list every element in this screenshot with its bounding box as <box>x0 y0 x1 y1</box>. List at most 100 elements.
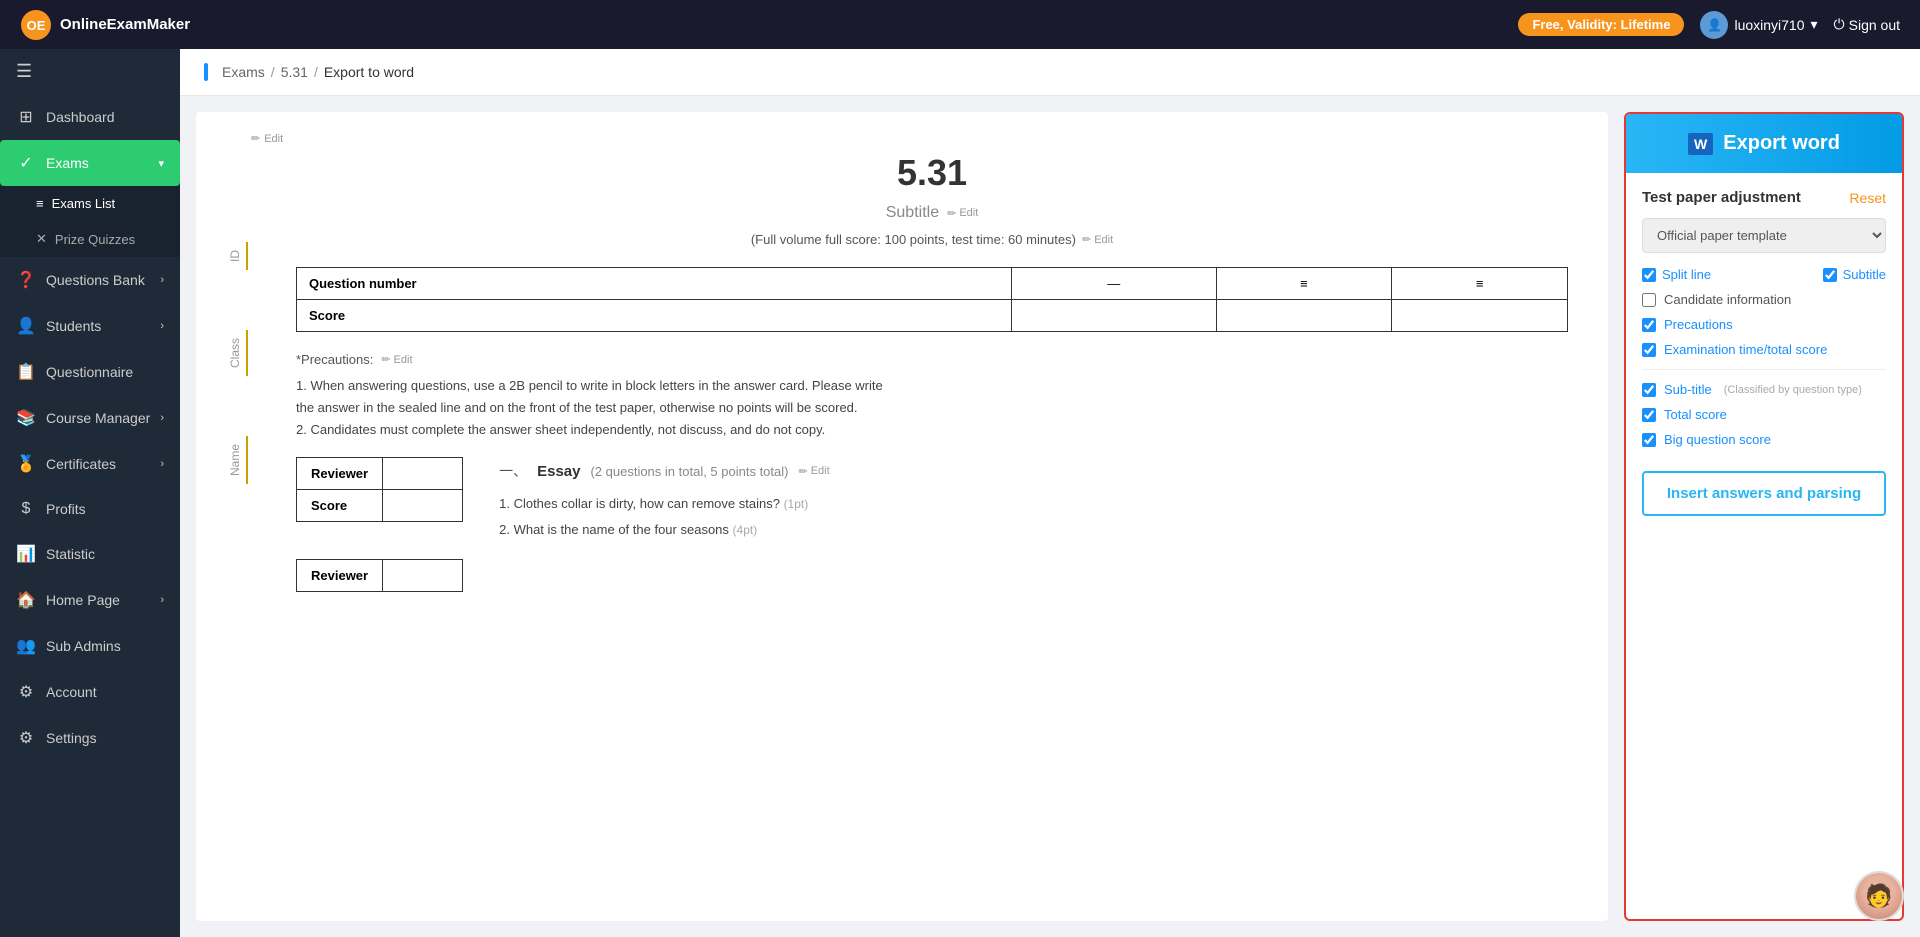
user-chevron-icon: ▾ <box>1811 16 1818 33</box>
signout-label: Sign out <box>1849 17 1900 33</box>
sidebar-toggle[interactable]: ☰ <box>0 49 180 94</box>
breadcrumb-exams[interactable]: Exams <box>222 64 265 80</box>
sidebar-label-exams: Exams <box>46 155 89 171</box>
exam-time-checkbox[interactable] <box>1642 343 1656 357</box>
big-question-score-checkbox[interactable] <box>1642 433 1656 447</box>
exams-chevron-icon: ▾ <box>158 157 164 170</box>
candidate-info-checkbox[interactable] <box>1642 293 1656 307</box>
precautions-edit-text: Edit <box>394 354 413 366</box>
sidebar-label-course-manager: Course Manager <box>46 410 150 426</box>
user-menu[interactable]: 👤 luoxinyi710 ▾ <box>1700 11 1817 39</box>
insert-answers-button[interactable]: Insert answers and parsing <box>1642 471 1886 516</box>
sidebar-item-dashboard[interactable]: ⊞ Dashboard <box>0 94 180 140</box>
subtitle-checkbox[interactable] <box>1823 268 1837 282</box>
avatar-face: 🧑 <box>1856 873 1902 919</box>
breadcrumb-accent <box>204 63 208 81</box>
precautions-check-label: Precautions <box>1664 317 1733 332</box>
score-table-icon1: — <box>1011 268 1216 300</box>
sidebar-label-profits: Profits <box>46 501 86 517</box>
subtitle-pair: Subtitle <box>1823 267 1886 282</box>
subtitle-edit-link[interactable]: ✏ Edit <box>947 207 978 220</box>
sidebar-item-profits[interactable]: $ Profits <box>0 487 180 531</box>
test-paper-adjustment-label: Test paper adjustment <box>1642 189 1801 206</box>
score-table-val1 <box>1011 300 1216 332</box>
score-table-val2 <box>1216 300 1392 332</box>
score-table-score: Score <box>297 300 1012 332</box>
sidebar-label-account: Account <box>46 684 97 700</box>
score-table-val3 <box>1392 300 1568 332</box>
sidebar-item-students[interactable]: 👤 Students › <box>0 303 180 349</box>
sidebar-label-sub-admins: Sub Admins <box>46 638 121 654</box>
doc-fullscore: (Full volume full score: 100 points, tes… <box>296 232 1568 247</box>
sidebar-item-course-manager[interactable]: 📚 Course Manager › <box>0 395 180 441</box>
sidebar-item-statistic[interactable]: 📊 Statistic <box>0 531 180 577</box>
certs-icon: 🏅 <box>16 454 36 474</box>
hp-chevron-icon: › <box>160 594 164 606</box>
q2-num: 2. <box>499 522 510 537</box>
sidebar-label-questions-bank: Questions Bank <box>46 272 145 288</box>
subtitle-edit-icon: ✏ <box>947 207 956 220</box>
section-row: Reviewer Score 一、 <box>296 457 1568 543</box>
list-icon: ≡ <box>36 196 44 211</box>
doc-subtitle-row: Subtitle ✏ Edit <box>296 204 1568 222</box>
export-word-button[interactable]: W Export word <box>1626 114 1902 173</box>
sidebar-item-certificates[interactable]: 🏅 Certificates › <box>0 441 180 487</box>
question-item-1: 1. Clothes collar is dirty, how can remo… <box>499 491 1568 517</box>
total-score-checkbox[interactable] <box>1642 408 1656 422</box>
doc-title: 5.31 <box>296 152 1568 194</box>
profits-icon: $ <box>16 500 36 518</box>
total-score-label: Total score <box>1664 407 1727 422</box>
exam-time-label: Examination time/total score <box>1664 342 1827 357</box>
account-icon: ⚙ <box>16 682 36 702</box>
precautions-block: *Precautions: ✏ Edit 1. When answering q… <box>296 352 1568 441</box>
divider-1 <box>1642 369 1886 370</box>
precautions-title-row: *Precautions: ✏ Edit <box>296 352 1568 367</box>
bottom-avatar[interactable]: 🧑 <box>1854 871 1904 921</box>
sidebar-label-prize-quizzes: Prize Quizzes <box>55 232 135 247</box>
precautions-checkbox[interactable] <box>1642 318 1656 332</box>
export-btn-label: Export word <box>1723 132 1840 155</box>
breadcrumb-531[interactable]: 5.31 <box>281 64 308 80</box>
sidebar-item-exams-list[interactable]: ≡ Exams List <box>0 186 180 221</box>
side-name-label: Name <box>224 436 248 484</box>
topbar: OE OnlineExamMaker Free, Validity: Lifet… <box>0 0 1920 49</box>
precautions-edit-icon: ✏ <box>381 353 390 366</box>
precautions-check-row: Precautions <box>1642 317 1886 332</box>
course-chevron-icon: › <box>160 412 164 424</box>
edit-top-icon: ✏ <box>251 132 260 145</box>
signout-button[interactable]: ⏻ Sign out <box>1834 16 1900 33</box>
question-item-2: 2. What is the name of the four seasons … <box>499 517 1568 543</box>
section-title: Essay <box>537 463 580 480</box>
sidebar-item-sub-admins[interactable]: 👥 Sub Admins <box>0 623 180 669</box>
big-question-score-row: Big question score <box>1642 432 1886 447</box>
fullscore-edit-text: Edit <box>1094 234 1113 246</box>
template-select[interactable]: Official paper template <box>1642 218 1886 253</box>
homepage-icon: 🏠 <box>16 590 36 610</box>
section-edit-link[interactable]: ✏ Edit <box>798 465 829 478</box>
right-panel: W Export word Test paper adjustment Rese… <box>1624 112 1904 921</box>
students-chevron-icon: › <box>160 320 164 332</box>
sub-title-checkbox[interactable] <box>1642 383 1656 397</box>
free-badge: Free, Validity: Lifetime <box>1518 13 1684 36</box>
sidebar-item-account[interactable]: ⚙ Account <box>0 669 180 715</box>
subtitle-edit-text: Edit <box>959 207 978 219</box>
sidebar-item-prize-quizzes[interactable]: ✕ Prize Quizzes <box>0 221 180 257</box>
section-num: 一、 <box>499 461 527 481</box>
course-icon: 📚 <box>16 408 36 428</box>
precautions-edit-link[interactable]: ✏ Edit <box>381 353 412 366</box>
sidebar-item-questionnaire[interactable]: 📋 Questionnaire <box>0 349 180 395</box>
sidebar-item-settings[interactable]: ⚙ Settings <box>0 715 180 761</box>
sub-title-row: Sub-title (Classified by question type) <box>1642 382 1886 397</box>
split-line-checkbox[interactable] <box>1642 268 1656 282</box>
admins-icon: 👥 <box>16 636 36 656</box>
side-class-label: Class <box>224 330 248 376</box>
sidebar-item-exams[interactable]: ✓ Exams ▾ <box>0 140 180 186</box>
sidebar-item-home-page[interactable]: 🏠 Home Page › <box>0 577 180 623</box>
big-question-score-label: Big question score <box>1664 432 1771 447</box>
settings-icon: ⚙ <box>16 728 36 748</box>
sidebar-item-questions-bank[interactable]: ❓ Questions Bank › <box>0 257 180 303</box>
split-line-label: Split line <box>1662 267 1711 282</box>
fullscore-edit-link[interactable]: ✏ Edit <box>1082 233 1113 246</box>
reset-link[interactable]: Reset <box>1849 190 1886 206</box>
svg-text:OE: OE <box>27 18 46 33</box>
